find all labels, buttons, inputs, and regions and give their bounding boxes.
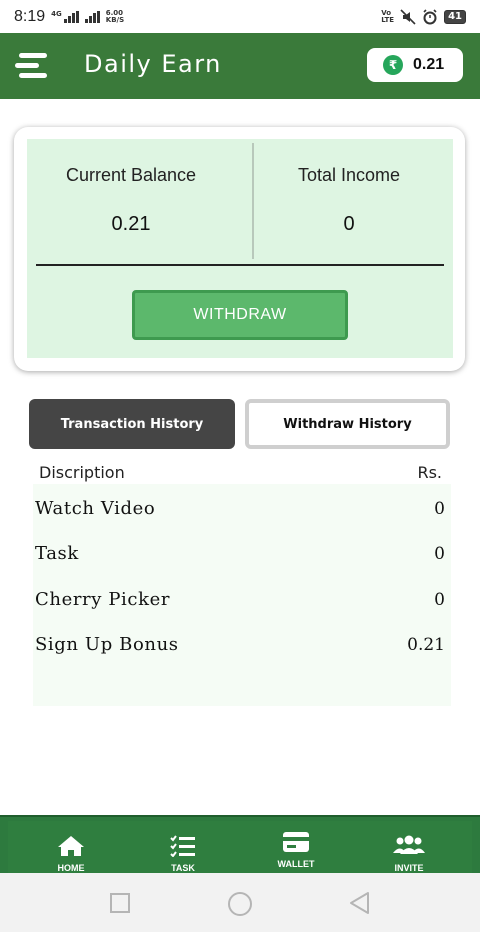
balance-divider [36, 264, 444, 266]
alarm-icon [423, 8, 437, 24]
current-balance-value: 0.21 [111, 213, 151, 235]
withdraw-button[interactable]: WITHDRAW [132, 290, 348, 340]
signal-bars-1-icon [63, 10, 79, 23]
recent-apps-icon[interactable] [110, 893, 130, 913]
bottom-nav-inner: HOME TASK WALLET INVITE [8, 821, 472, 876]
row-label: Sign Up Bonus [35, 634, 179, 655]
balance-chip-value: 0.21 [413, 56, 445, 73]
network-speed-unit: KB/S [105, 15, 125, 24]
battery-icon: 41 [444, 9, 466, 24]
row-label: Watch Video [35, 498, 156, 519]
nav-item-wallet[interactable]: WALLET [251, 821, 341, 877]
column-divider [252, 143, 254, 259]
list-item: Watch Video 0 [0, 498, 480, 528]
header-amount: Rs. [417, 463, 442, 482]
volte-bottom: LTE [381, 15, 395, 24]
nav-label-wallet: WALLET [277, 859, 315, 869]
status-right: Vo LTE 41 [381, 8, 466, 25]
nav-item-home[interactable]: HOME [26, 821, 116, 877]
task-list-icon [138, 835, 228, 857]
net-type-label: 4G [51, 9, 62, 18]
people-icon [364, 835, 454, 855]
tab-transaction-history[interactable]: Transaction History [29, 399, 235, 449]
menu-icon[interactable] [15, 52, 51, 80]
status-bar: 8:19 4G 6.00 KB/S Vo LTE 41 [0, 0, 480, 33]
home-icon [26, 835, 116, 857]
nav-label-task: TASK [171, 863, 195, 873]
balance-chip[interactable]: ₹ 0.21 [367, 48, 463, 82]
balance-card: Current Balance 0.21 Total Income 0 WITH… [14, 127, 465, 371]
home-circle-icon[interactable] [227, 891, 253, 917]
header-description: Discription [39, 463, 125, 482]
nav-label-home: HOME [57, 863, 85, 873]
row-value: 0 [434, 499, 445, 519]
row-label: Cherry Picker [35, 589, 171, 610]
total-income-value: 0 [343, 213, 355, 235]
mute-icon [400, 8, 416, 25]
row-value: 0 [434, 590, 445, 610]
system-nav-bar [0, 873, 480, 932]
back-triangle-icon[interactable] [348, 891, 372, 915]
row-label: Task [35, 543, 79, 564]
network-speed: 6.00 KB/S [105, 9, 125, 24]
current-balance-label: Current Balance [65, 165, 197, 185]
bottom-nav: HOME TASK WALLET INVITE [0, 815, 480, 876]
row-value: 0 [434, 544, 445, 564]
balance-panel: Current Balance 0.21 Total Income 0 WITH… [27, 139, 453, 358]
nav-item-task[interactable]: TASK [138, 821, 228, 877]
wallet-card-icon [251, 831, 341, 853]
list-header: Discription Rs. [0, 460, 480, 486]
volte-indicator: Vo LTE [381, 9, 395, 24]
nav-label-invite: INVITE [394, 863, 424, 873]
row-value: 0.21 [407, 635, 445, 655]
list-item: Task 0 [0, 543, 480, 573]
status-left: 8:19 4G 6.00 KB/S [14, 8, 124, 26]
rupee-coin-icon: ₹ [383, 55, 403, 75]
app-title: Daily Earn [84, 50, 222, 78]
total-income-label: Total Income [297, 165, 401, 185]
nav-item-invite[interactable]: INVITE [364, 821, 454, 877]
signal-group-1: 4G [51, 9, 79, 23]
signal-bars-2-icon [84, 10, 100, 23]
app-bar: Daily Earn ₹ 0.21 [0, 33, 480, 99]
list-item: Sign Up Bonus 0.21 [0, 634, 480, 664]
status-time: 8:19 [14, 7, 46, 25]
list-item: Cherry Picker 0 [0, 589, 480, 619]
tab-withdraw-history[interactable]: Withdraw History [245, 399, 450, 449]
